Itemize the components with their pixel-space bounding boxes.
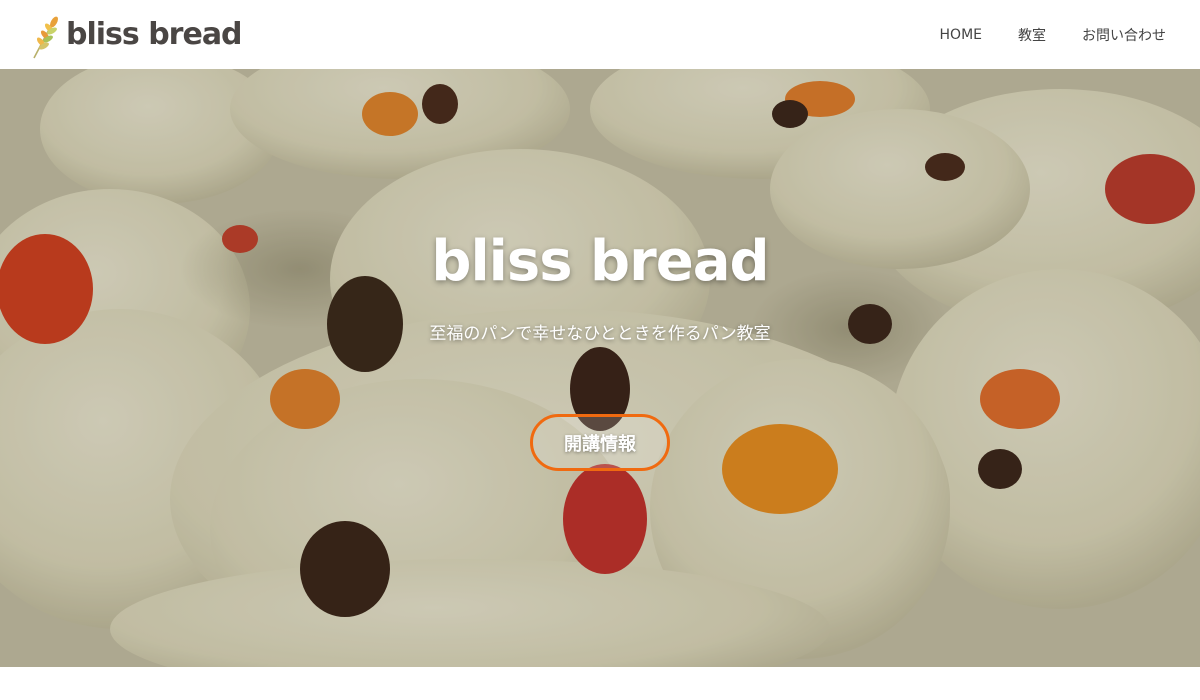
class-info-button[interactable]: 開講情報	[530, 414, 670, 471]
site-logo[interactable]: bliss bread	[30, 10, 243, 60]
nav-contact[interactable]: お問い合わせ	[1082, 25, 1166, 45]
hero-overlay	[0, 69, 1200, 667]
hero-subtitle: 至福のパンで幸せなひとときを作るパン教室	[429, 324, 771, 344]
hero-title: bliss bread	[431, 229, 769, 294]
logo-text: bliss bread	[66, 16, 243, 52]
wheat-icon	[33, 16, 58, 58]
nav-home[interactable]: HOME	[940, 27, 982, 43]
hero-section: bliss bread 至福のパンで幸せなひとときを作るパン教室 開講情報	[0, 69, 1200, 667]
site-header: bliss bread HOME 教室 お問い合わせ	[0, 0, 1200, 69]
nav-classroom[interactable]: 教室	[1018, 25, 1046, 45]
main-nav: HOME 教室 お問い合わせ	[904, 25, 1166, 45]
page-bottom-strip	[0, 667, 1200, 700]
